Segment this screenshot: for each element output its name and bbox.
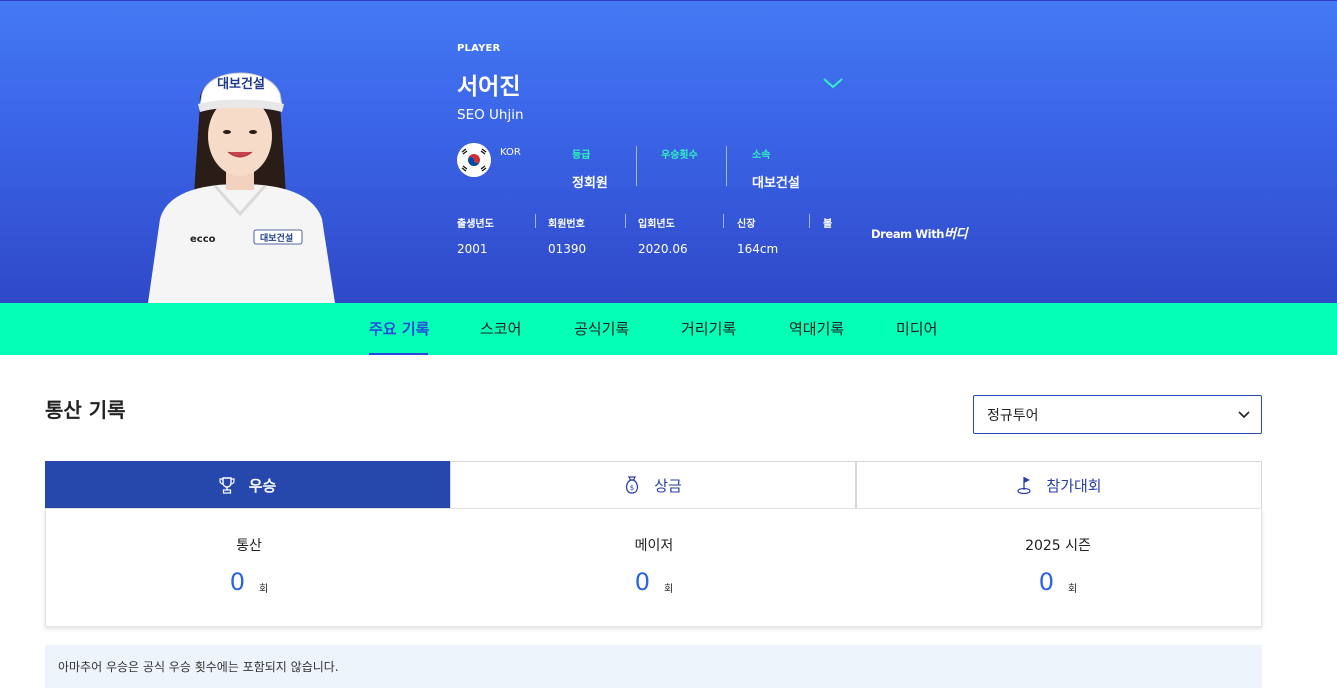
player-name-english: SEO Uhjin [457,107,524,123]
meta-ball: 볼 [823,215,832,242]
record-value: 0 [229,568,246,596]
stat-value: 대보건설 [752,176,800,191]
active-nav-indicator [369,353,428,355]
tour-select-value: 정규투어 [987,408,1039,424]
section-title: 통산 기록 [45,398,126,422]
tab-tournaments-entered[interactable]: 참가대회 [856,461,1262,509]
record-total-wins: 통산 0 회 [46,535,452,596]
record-nav: 주요 기록 스코어 공식기록 거리기록 역대기록 미디어 [0,303,1337,355]
meta-label: 신장 [737,219,756,230]
nav-media[interactable]: 미디어 [896,318,937,339]
divider [726,146,727,186]
chest-sponsor-text: 대보건설 [260,232,293,244]
divider [535,214,536,228]
meta-height: 신장 164cm [737,215,778,256]
meta-label: 입회년도 [638,219,675,230]
stat-grade: 등급 정회원 [572,146,608,191]
sponsor-brand: 버디 [944,227,968,242]
divider [809,214,810,228]
amateur-win-notice: 아마추어 우승은 공식 우승 횟수에는 포함되지 않습니다. [45,645,1262,688]
tab-prize-money[interactable]: $ 상금 [450,461,856,509]
notice-text: 아마추어 우승은 공식 우승 횟수에는 포함되지 않습니다. [58,660,339,674]
meta-value: 164cm [737,242,779,256]
trophy-icon [219,477,235,494]
nav-history-records[interactable]: 역대기록 [789,318,844,339]
stat-wins: 우승횟수 [661,146,698,186]
tab-label: 우승 [248,476,277,495]
nav-official-records[interactable]: 공식기록 [574,318,629,339]
divider [636,146,637,186]
sponsor-prefix: Dream With [871,227,945,241]
record-unit: 회 [664,584,674,595]
record-unit: 회 [259,584,269,595]
dream-with-birdie-logo: Dream With버디 [871,223,968,242]
record-label: 2025 시즌 [1025,538,1091,554]
visor-logo-text: 대보건설 [217,76,265,92]
win-records-card: 통산 0 회 메이저 0 회 2025 시즌 0 회 [45,508,1262,627]
meta-birth-year: 출생년도 2001 [457,215,494,256]
player-info: PLAYER 서어진 SEO Uhjin KOR 등급 정회원 우승횟수 소속 … [457,0,1017,303]
record-value: 0 [1038,568,1055,596]
record-season-wins: 2025 시즌 0 회 [855,535,1261,596]
chevron-down-icon[interactable] [822,76,844,90]
record-major-wins: 메이저 0 회 [451,535,857,596]
meta-value: 01390 [548,242,587,256]
stat-label: 소속 [752,150,771,161]
golf-flag-icon [1017,477,1031,495]
meta-label: 출생년도 [457,219,494,230]
svg-text:ecco: ecco [190,234,216,245]
stat-label: 우승횟수 [661,150,698,161]
meta-member-number: 회원번호 01390 [548,215,586,256]
tour-select[interactable]: 정규투어 [973,395,1262,434]
chevron-down-icon [1238,411,1250,419]
player-tag: PLAYER [457,43,501,54]
country-code: KOR [500,147,521,158]
korea-flag-icon [457,143,491,177]
record-tabs: 우승 $ 상금 참가대회 [45,461,1262,509]
stat-label: 등급 [572,150,591,161]
player-photo: 대보건설 ecco 대보건설 [148,72,335,303]
meta-label: 볼 [823,219,833,230]
divider [625,214,626,228]
stat-value: 정회원 [572,176,608,191]
tab-wins[interactable]: 우승 [45,461,450,509]
player-name-korean: 서어진 [457,74,521,100]
player-hero: 대보건설 ecco 대보건설 PLAYER 서어진 SEO Uhjin KOR … [0,0,1337,303]
record-label: 통산 [236,538,262,554]
money-bag-icon: $ [626,476,639,494]
meta-value: 2001 [457,242,488,256]
record-label: 메이저 [634,538,674,554]
meta-label: 회원번호 [548,219,585,230]
nav-score[interactable]: 스코어 [480,318,521,339]
nav-main-records[interactable]: 주요 기록 [369,318,429,339]
nav-distance-records[interactable]: 거리기록 [681,318,736,339]
svg-text:$: $ [630,484,634,492]
tab-label: 상금 [654,476,682,495]
meta-join-date: 입회년도 2020.06 [638,215,688,256]
stat-affiliation: 소속 대보건설 [752,146,800,191]
meta-value: 2020.06 [638,242,688,256]
divider [723,214,724,228]
record-value: 0 [634,568,651,596]
record-unit: 회 [1068,584,1078,595]
tab-label: 참가대회 [1046,476,1102,495]
